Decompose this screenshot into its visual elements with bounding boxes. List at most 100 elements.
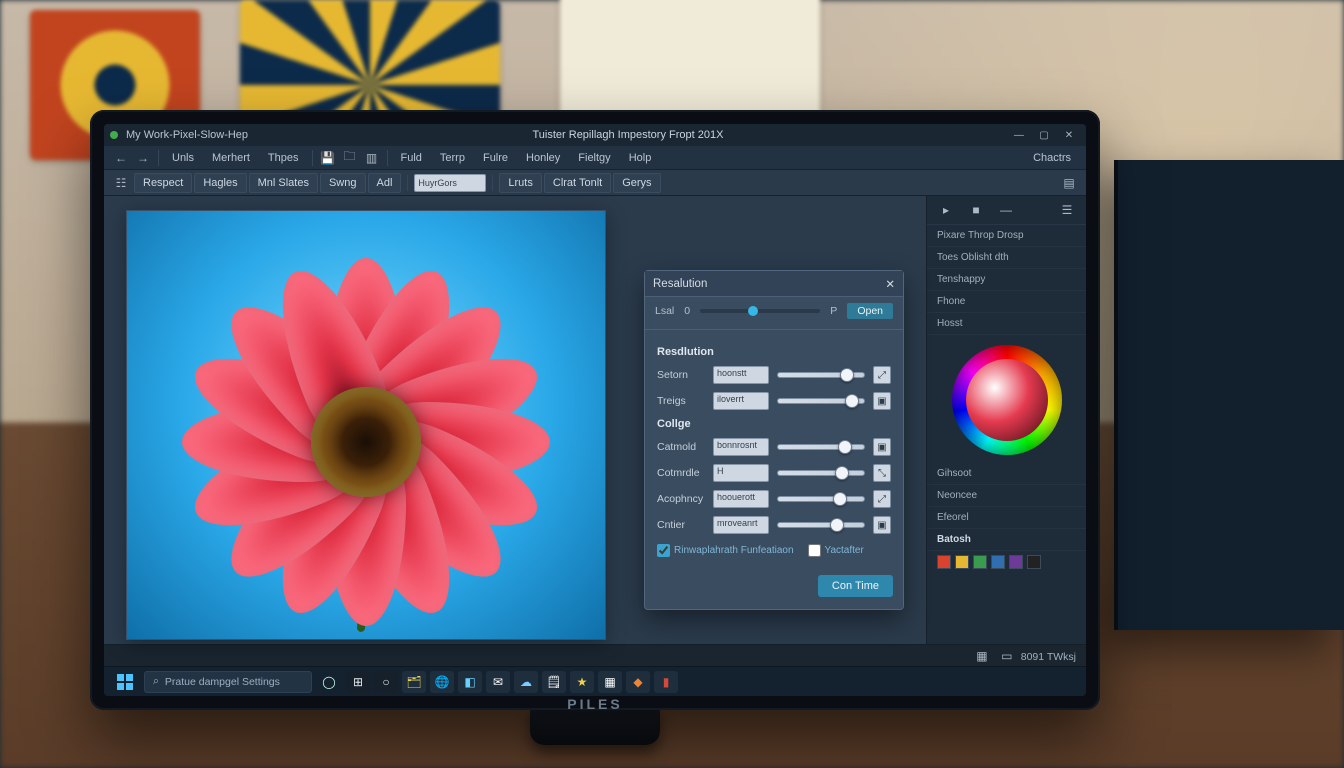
back-button[interactable]: ← (110, 148, 132, 168)
dock-tab-icon[interactable]: ▸ (935, 200, 957, 220)
taskbar-search[interactable]: ⌕ Pratue dampgel Settings (144, 671, 312, 693)
taskbar-pin[interactable]: ⊞ (346, 671, 370, 693)
slider-track[interactable] (777, 470, 865, 476)
dock-row[interactable]: Gihsoot (927, 463, 1086, 485)
slider-link-icon[interactable]: ▣ (873, 392, 891, 410)
taskbar-pin[interactable]: ▦ (598, 671, 622, 693)
taskbar-pin[interactable]: ▮ (654, 671, 678, 693)
slider-link-icon[interactable]: ⤢ (873, 490, 891, 508)
taskbar-pin[interactable]: 🗂 (402, 671, 426, 693)
menu-item[interactable]: Unls (163, 149, 203, 167)
slider-link-icon[interactable]: ▣ (873, 516, 891, 534)
panel-close-icon[interactable]: ✕ (885, 277, 895, 291)
color-swatch[interactable] (1009, 555, 1023, 569)
titlebar: My Work-Pixel-Slow-Hep Tuister Repillagh… (104, 124, 1086, 146)
slider-link-icon[interactable]: ▣ (873, 438, 891, 456)
menu-item[interactable]: Mnl Slates (249, 173, 318, 193)
slider-value-box[interactable]: H (713, 464, 769, 482)
menu-item[interactable]: Thpes (259, 149, 308, 167)
slider-track[interactable] (777, 496, 865, 502)
color-swatch[interactable] (937, 555, 951, 569)
panel-titlebar[interactable]: Resalution ✕ (645, 271, 903, 297)
slider-track[interactable] (777, 444, 865, 450)
slider-track[interactable] (777, 522, 865, 528)
maximize-button[interactable]: ▢ (1033, 127, 1055, 143)
taskbar-pin[interactable]: 🌐 (430, 671, 454, 693)
menu-item[interactable]: Lruts (499, 173, 541, 193)
menu-item[interactable]: Fulre (474, 149, 517, 167)
color-swatch[interactable] (991, 555, 1005, 569)
windows-icon (117, 674, 133, 690)
close-button[interactable]: ✕ (1058, 127, 1080, 143)
taskbar-pin[interactable]: ✉ (486, 671, 510, 693)
toolbar-field[interactable] (414, 174, 486, 192)
slider-value-box[interactable]: hoouerott (713, 490, 769, 508)
panel-check-2[interactable]: Yactafter (808, 544, 864, 557)
menu-item[interactable]: Respect (134, 173, 192, 193)
save-icon[interactable]: 💾 (317, 148, 339, 168)
menu-item[interactable]: Adl (368, 173, 402, 193)
dock-menu-icon[interactable]: ☰ (1056, 200, 1078, 220)
taskbar-pin[interactable]: ○ (374, 671, 398, 693)
chart-icon[interactable]: ▥ (361, 148, 383, 168)
toolbar-icon[interactable]: ☷ (110, 173, 132, 193)
dock-row[interactable]: Efeorel (927, 507, 1086, 529)
taskbar-pin[interactable]: ◆ (626, 671, 650, 693)
menu-item[interactable]: Holp (620, 149, 661, 167)
panel-top-label: Lsal (655, 305, 674, 317)
forward-button[interactable]: → (132, 148, 154, 168)
menu-item[interactable]: Hagles (194, 173, 246, 193)
separator (387, 150, 388, 166)
taskbar-pin[interactable]: ◧ (458, 671, 482, 693)
start-button[interactable] (112, 671, 138, 693)
slider-track[interactable] (777, 398, 865, 404)
slider-value-box[interactable]: iloverrt (713, 392, 769, 410)
slider-value-box[interactable]: bonnrosnt (713, 438, 769, 456)
slider-row: Cntier mroveanrt ▣ (657, 516, 891, 534)
panel-check-1[interactable]: Rinwaplahrath Funfeatiaon (657, 544, 794, 557)
panel-toggle-icon[interactable]: ▤ (1058, 173, 1080, 193)
dock-tab-icon[interactable]: — (995, 200, 1017, 220)
menu-item[interactable]: Terrp (431, 149, 474, 167)
monitor-brand: PILES (90, 696, 1100, 712)
slider-value-box[interactable]: mroveanrt (713, 516, 769, 534)
folder-icon[interactable]: 🗀 (339, 148, 361, 168)
taskbar-pin[interactable]: 🗒 (542, 671, 566, 693)
status-icon[interactable]: ▦ (971, 646, 993, 666)
panel-open-button[interactable]: Open (847, 303, 893, 319)
slider-link-icon[interactable]: ⤡ (873, 464, 891, 482)
menu-item[interactable]: Fuld (392, 149, 431, 167)
menu-item[interactable]: Swng (320, 173, 366, 193)
panel-top-slider[interactable] (700, 309, 820, 313)
dock-row[interactable]: Fhone (927, 291, 1086, 313)
panel-confirm-button[interactable]: Con Time (818, 575, 893, 597)
color-swatch[interactable] (973, 555, 987, 569)
dock-tab-icon[interactable]: ■ (965, 200, 987, 220)
task-view-icon[interactable]: ◯ (318, 672, 340, 692)
dock-row[interactable]: Neoncee (927, 485, 1086, 507)
menu-item[interactable]: Gerys (613, 173, 660, 193)
menu-item[interactable]: Merhert (203, 149, 259, 167)
minimize-button[interactable]: — (1008, 127, 1030, 143)
dock-row[interactable]: Tenshappy (927, 269, 1086, 291)
color-swatch[interactable] (1027, 555, 1041, 569)
slider-track[interactable] (777, 372, 865, 378)
toolbar: ☷ RespectHaglesMnl SlatesSwngAdl LrutsCl… (104, 170, 1086, 196)
taskbar-pin[interactable]: ★ (570, 671, 594, 693)
right-dock: ▸ ■ — ☰ Pixare Throp DrospToes Oblisht d… (926, 196, 1086, 644)
dock-row[interactable]: Toes Oblisht dth (927, 247, 1086, 269)
canvas[interactable]: document.write(Array.from({length:16},(_… (126, 210, 606, 640)
slider-link-icon[interactable]: ⤢ (873, 366, 891, 384)
taskbar-pin[interactable]: ☁ (514, 671, 538, 693)
slider-value-box[interactable]: hoonstt (713, 366, 769, 384)
menu-right[interactable]: Chactrs (1024, 149, 1080, 167)
dock-row[interactable]: Pixare Throp Drosp (927, 225, 1086, 247)
status-icon[interactable]: ▭ (996, 646, 1018, 666)
color-swatch[interactable] (955, 555, 969, 569)
search-icon: ⌕ (153, 675, 159, 688)
dock-row[interactable]: Hosst (927, 313, 1086, 335)
menu-item[interactable]: Honley (517, 149, 569, 167)
menu-item[interactable]: Fieltgy (569, 149, 619, 167)
color-wheel[interactable] (952, 345, 1062, 455)
menu-item[interactable]: Clrat Tonlt (544, 173, 611, 193)
